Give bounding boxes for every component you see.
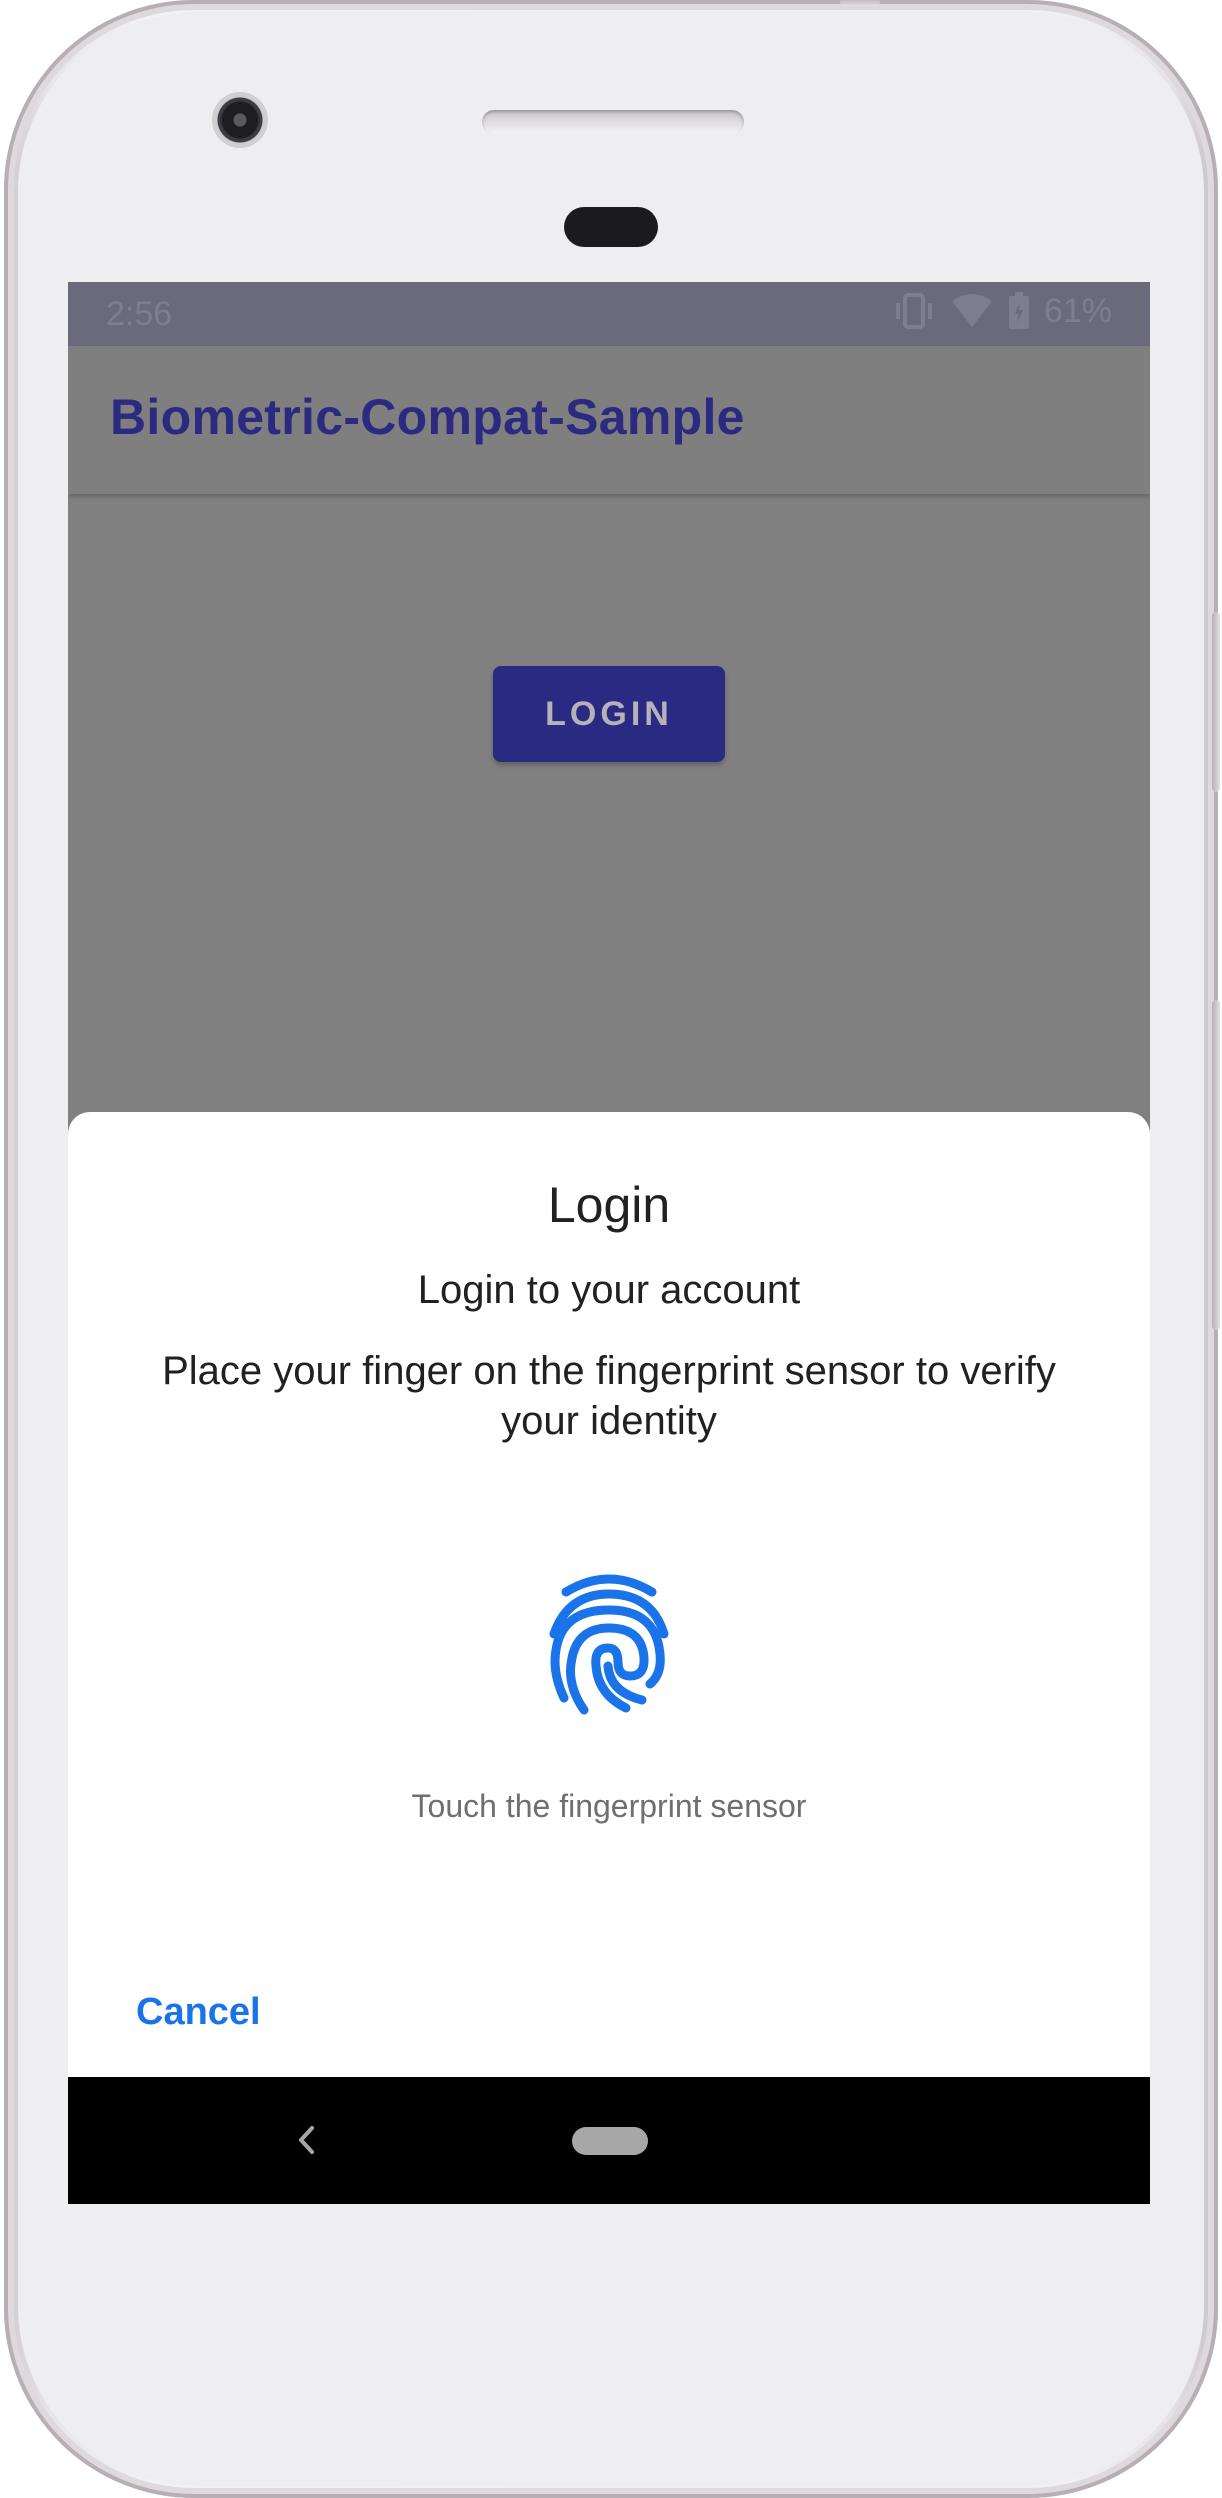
proximity-sensor [564, 207, 658, 247]
dialog-subtitle: Login to your account [417, 1268, 801, 1312]
fingerprint-icon [549, 1574, 669, 1715]
dialog-description: Place your finger on the fingerprint sen… [162, 1349, 1056, 1443]
status-time: 2:56 [106, 295, 173, 333]
top-edge-button [840, 0, 880, 6]
login-button[interactable]: LOGIN [493, 666, 725, 762]
app-title: Biometric-Compat-Sample [110, 389, 745, 445]
back-icon[interactable] [282, 2115, 332, 2165]
earpiece-speaker [482, 110, 744, 134]
battery-percentage: 61% [1043, 291, 1112, 330]
vibrate-icon [895, 293, 932, 329]
status-bar: 2:56 61% [68, 282, 1150, 346]
dialog-title: Login [547, 1177, 671, 1233]
front-camera [212, 92, 268, 148]
app-bar: Biometric-Compat-Sample [68, 346, 1150, 494]
wifi-icon [951, 294, 992, 327]
dialog-status-text: Touch the fingerprint sensor [411, 1788, 807, 1824]
biometric-dialog: Login Login to your account Place your f… [68, 1112, 1150, 2077]
home-icon[interactable] [572, 2127, 648, 2155]
phone-frame: 2:56 61% Biometric-Compat-Sample LOGIN L… [4, 0, 1220, 2498]
battery-icon [1008, 292, 1029, 329]
volume-button [1212, 1000, 1220, 1330]
power-button [1212, 612, 1220, 792]
navigation-bar [68, 2077, 1150, 2204]
status-icons: 61% [892, 291, 1112, 331]
cancel-button[interactable]: Cancel [130, 1987, 267, 2038]
screen: 2:56 61% Biometric-Compat-Sample LOGIN L… [68, 282, 1150, 2204]
